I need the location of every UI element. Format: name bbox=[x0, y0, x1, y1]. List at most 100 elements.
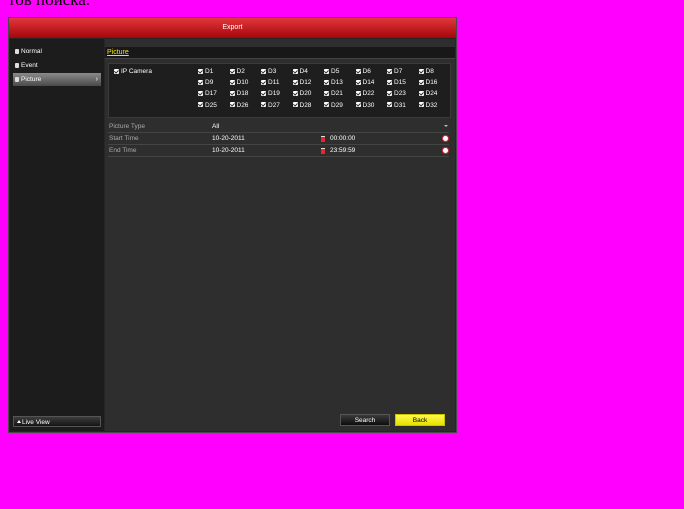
clock-icon[interactable] bbox=[442, 147, 449, 154]
channel-checkbox[interactable]: D19 bbox=[261, 90, 280, 98]
checkbox-checked-icon bbox=[292, 102, 298, 108]
channel-checkbox[interactable]: D25 bbox=[198, 102, 217, 110]
channel-checkbox[interactable]: D10 bbox=[229, 79, 248, 87]
channel-checkbox[interactable]: D20 bbox=[292, 90, 311, 98]
channel-label: D16 bbox=[425, 79, 438, 87]
chevron-down-icon[interactable] bbox=[444, 125, 448, 127]
channel-checkbox[interactable]: D16 bbox=[418, 79, 438, 87]
export-window: Export Normal Event Picture › Live View … bbox=[8, 17, 457, 433]
picture-icon bbox=[15, 77, 19, 82]
calendar-icon[interactable] bbox=[321, 136, 325, 142]
channel-label: D13 bbox=[331, 79, 343, 87]
checkbox-checked-icon bbox=[387, 102, 392, 108]
channel-checkbox[interactable]: D32 bbox=[418, 101, 438, 110]
channel-label: D25 bbox=[205, 101, 217, 109]
checkbox-checked-icon bbox=[292, 90, 298, 96]
sidebar-item-normal[interactable]: Normal bbox=[13, 45, 101, 58]
calendar-icon[interactable] bbox=[321, 148, 325, 154]
checkbox-checked-icon bbox=[387, 90, 392, 96]
start-time-label: Start Time bbox=[109, 135, 139, 142]
checkbox-checked-icon bbox=[198, 79, 203, 85]
section-title: Picture bbox=[107, 49, 129, 56]
channel-label: D4 bbox=[299, 68, 308, 75]
folder-icon bbox=[15, 49, 19, 54]
live-view-label: Live View bbox=[22, 419, 50, 426]
channel-checkbox[interactable]: D28 bbox=[292, 101, 312, 110]
channel-checkbox[interactable]: D4 bbox=[292, 68, 308, 76]
channel-label: D29 bbox=[331, 101, 343, 109]
channel-label: D5 bbox=[331, 68, 340, 75]
channel-checkbox[interactable]: D15 bbox=[387, 79, 406, 87]
channel-label: D9 bbox=[205, 79, 214, 87]
channel-label: D32 bbox=[425, 101, 438, 109]
checkbox-checked-icon bbox=[229, 79, 235, 85]
checkbox-checked-icon bbox=[324, 102, 329, 108]
channel-label: D22 bbox=[362, 90, 375, 98]
channel-checkbox[interactable]: D13 bbox=[324, 79, 343, 87]
channel-checkbox[interactable]: D30 bbox=[355, 101, 375, 110]
channel-checkbox[interactable]: D11 bbox=[261, 79, 279, 87]
channel-label: D21 bbox=[331, 90, 343, 98]
picture-type-select[interactable]: All bbox=[212, 122, 219, 132]
channel-checkbox[interactable]: D2 bbox=[229, 68, 245, 76]
channel-checkbox[interactable]: D3 bbox=[261, 68, 276, 76]
channel-checkbox[interactable]: D29 bbox=[324, 102, 343, 110]
channel-checkbox[interactable]: D31 bbox=[387, 102, 406, 110]
checkbox-checked-icon bbox=[198, 90, 203, 96]
checkbox-checked-icon bbox=[324, 90, 329, 96]
ip-camera-checkbox[interactable]: IP Camera bbox=[114, 68, 152, 75]
chevron-right-icon: › bbox=[95, 76, 98, 83]
channel-checkbox[interactable]: D7 bbox=[387, 68, 402, 76]
channel-label: D31 bbox=[394, 101, 406, 109]
channel-label: D28 bbox=[299, 101, 312, 109]
channel-label: D14 bbox=[362, 79, 375, 87]
back-button[interactable]: Back bbox=[395, 414, 445, 426]
channel-label: D3 bbox=[268, 68, 277, 75]
clock-icon[interactable] bbox=[442, 135, 449, 142]
channel-checkbox[interactable]: D5 bbox=[324, 68, 339, 76]
sidebar-item-event[interactable]: Event bbox=[13, 59, 101, 72]
checkbox-checked-icon bbox=[355, 90, 361, 96]
channel-checkbox[interactable]: D23 bbox=[387, 90, 406, 98]
channel-label: D7 bbox=[394, 68, 403, 75]
checkbox-checked-icon bbox=[198, 102, 203, 108]
window-title: Export bbox=[9, 18, 456, 38]
checkbox-checked-icon bbox=[387, 79, 392, 85]
checkbox-checked-icon bbox=[387, 68, 392, 74]
channel-checkbox[interactable]: D26 bbox=[229, 102, 248, 110]
end-time-field[interactable]: 23:59:59 bbox=[330, 146, 355, 156]
end-date-field[interactable]: 10-20-2011 bbox=[212, 146, 245, 156]
channel-checkbox[interactable]: D17 bbox=[198, 90, 217, 98]
channel-checkbox[interactable]: D12 bbox=[292, 79, 311, 87]
checkbox-checked-icon bbox=[324, 79, 329, 85]
checkbox-checked-icon bbox=[261, 68, 266, 74]
channel-label: D19 bbox=[268, 90, 280, 98]
main-content: Picture IP Camera D1 D2 D3 D4 D5 D6 D7 D8 D9 D10 D… bbox=[105, 39, 455, 431]
channel-checkbox[interactable]: D14 bbox=[355, 79, 375, 87]
channel-label: D15 bbox=[394, 79, 406, 87]
search-button[interactable]: Search bbox=[340, 414, 390, 426]
sidebar-item-label: Picture bbox=[21, 76, 42, 83]
channel-checkbox[interactable]: D18 bbox=[229, 90, 248, 98]
channel-checkbox[interactable]: D27 bbox=[261, 102, 280, 110]
start-date-field[interactable]: 10-20-2011 bbox=[212, 134, 245, 144]
channel-checkbox[interactable]: D1 bbox=[198, 68, 213, 76]
channel-checkbox[interactable]: D8 bbox=[418, 68, 434, 76]
checkbox-checked-icon bbox=[261, 79, 266, 85]
start-time-field[interactable]: 00:00:00 bbox=[330, 134, 355, 144]
end-time-row: End Time 10-20-2011 23:59:59 bbox=[108, 145, 449, 157]
channel-checkbox[interactable]: D9 bbox=[198, 79, 213, 87]
section-header: Picture bbox=[105, 47, 455, 59]
picture-type-row[interactable]: Picture Type All bbox=[108, 121, 449, 133]
checkbox-checked-icon bbox=[324, 68, 329, 74]
channel-checkbox[interactable]: D22 bbox=[355, 90, 375, 98]
channel-checkbox[interactable]: D24 bbox=[418, 90, 437, 98]
channel-label: D30 bbox=[362, 101, 375, 109]
channel-checkbox[interactable]: D6 bbox=[355, 68, 371, 76]
start-time-row: Start Time 10-20-2011 00:00:00 bbox=[108, 133, 449, 145]
sidebar: Normal Event Picture › Live View bbox=[10, 39, 104, 431]
live-view-button[interactable]: Live View bbox=[13, 416, 101, 427]
channel-checkbox[interactable]: D21 bbox=[324, 90, 343, 98]
sidebar-item-picture[interactable]: Picture › bbox=[13, 73, 101, 86]
channel-label: D8 bbox=[425, 68, 434, 75]
